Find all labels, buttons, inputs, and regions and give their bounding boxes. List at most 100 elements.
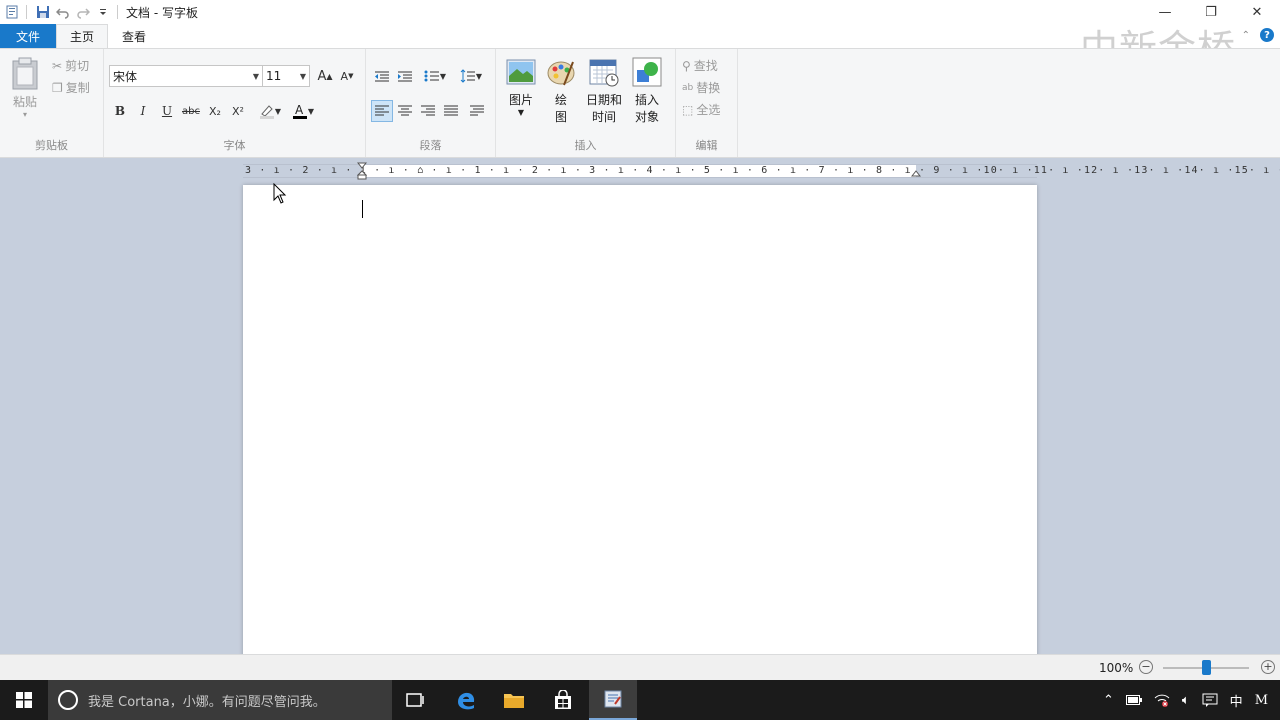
cortana-search-box[interactable]: 我是 Cortana，小娜。有问题尽管问我。 [48, 680, 392, 720]
tab-view[interactable]: 查看 [108, 24, 160, 48]
datetime-label-1: 日期和 [586, 93, 623, 107]
edge-browser-button[interactable] [442, 680, 490, 720]
document-page[interactable] [243, 185, 1037, 654]
align-left-button[interactable] [371, 100, 393, 122]
justify-icon [444, 105, 458, 116]
strikethrough-button[interactable]: abc [180, 100, 202, 122]
copy-button[interactable]: ❐ 复制 [52, 79, 90, 96]
object-label-2: 对象 [634, 110, 659, 124]
line-spacing-button[interactable]: ▼ [456, 65, 486, 87]
cut-button[interactable]: ✂ 剪切 [52, 57, 89, 74]
system-tray: ⌃ 🔈︎ 中 M [1097, 680, 1280, 720]
input-method-indicator[interactable]: 中 [1230, 691, 1243, 710]
task-view-icon [406, 693, 424, 707]
object-label-1: 插入 [634, 93, 659, 107]
paste-dropdown-icon[interactable]: ▾ [23, 110, 27, 119]
redo-icon[interactable] [73, 2, 93, 22]
zoom-slider-thumb[interactable] [1201, 660, 1211, 675]
show-hidden-icons-icon[interactable]: ⌃ [1103, 693, 1114, 708]
cut-label: 剪切 [65, 59, 90, 73]
insert-picture-button[interactable]: 图片 ▼ [506, 57, 536, 117]
select-all-icon: ⬚ [682, 102, 694, 117]
insert-object-icon [632, 57, 662, 87]
bullets-button[interactable]: ▼ [420, 65, 450, 87]
group-label-editing: 编辑 [695, 139, 718, 152]
find-label: 查找 [693, 59, 718, 73]
tab-home[interactable]: 主页 [56, 24, 108, 48]
group-label-clipboard: 剪贴板 [35, 139, 68, 152]
paint-palette-icon [547, 61, 575, 86]
save-icon[interactable] [33, 2, 53, 22]
volume-icon[interactable]: 🔈︎ [1182, 693, 1190, 708]
windows-logo-icon [16, 692, 32, 708]
wordpad-taskbar-button[interactable] [589, 680, 637, 720]
decrease-indent-button[interactable] [371, 65, 393, 87]
ribbon-controls: ⌃ ? [1242, 28, 1274, 42]
bullet-list-icon [424, 70, 439, 82]
decrease-indent-icon [375, 71, 389, 82]
network-icon[interactable] [1154, 693, 1170, 707]
grow-font-icon: A [317, 68, 327, 84]
align-right-button[interactable] [417, 100, 439, 122]
copy-icon: ❐ [52, 80, 63, 95]
app-icon[interactable] [2, 2, 22, 22]
action-center-icon[interactable] [1202, 693, 1218, 707]
bold-button[interactable]: B [109, 100, 131, 122]
cortana-placeholder: 我是 Cortana，小娜。有问题尽管问我。 [88, 694, 326, 710]
superscript-button[interactable]: X² [227, 100, 249, 122]
select-all-button[interactable]: ⬚ 全选 [682, 101, 720, 118]
calendar-clock-icon [589, 59, 619, 87]
file-explorer-button[interactable] [490, 680, 538, 720]
battery-icon[interactable] [1125, 695, 1142, 705]
justify-button[interactable] [440, 100, 462, 122]
group-paragraph: ▼ ▼ 段落 [366, 49, 496, 157]
tab-file[interactable]: 文件 [0, 24, 56, 48]
font-size-select[interactable]: 11 ▼ [262, 65, 310, 87]
align-center-button[interactable] [394, 100, 416, 122]
paint-drawing-button[interactable]: 绘 图 [546, 57, 576, 125]
status-bar: 100% − + [0, 654, 1280, 680]
italic-button[interactable]: I [132, 100, 154, 122]
subscript-button[interactable]: X₂ [204, 100, 226, 122]
replace-button[interactable]: ab 替换 [682, 79, 720, 96]
insert-datetime-button[interactable]: 日期和 时间 [586, 57, 622, 125]
replace-icon: ab [682, 82, 694, 93]
first-line-indent-marker[interactable] [357, 162, 367, 180]
store-button[interactable] [539, 680, 587, 720]
customize-toolbar-icon[interactable] [93, 2, 113, 22]
task-view-button[interactable] [392, 680, 440, 720]
highlight-color-button[interactable]: ▼ [254, 100, 286, 122]
font-family-select[interactable]: 宋体 ▼ [109, 65, 263, 87]
underline-button[interactable]: U [156, 100, 178, 122]
find-button[interactable]: ⚲ 查找 [682, 57, 718, 74]
shrink-font-button[interactable]: A ▼ [336, 65, 358, 87]
zoom-out-button[interactable]: − [1139, 660, 1153, 674]
ribbon: 粘贴 ▾ ✂ 剪切 ❐ 复制 剪贴板 宋体 ▼ 11 ▼ A ▲ A ▼ B I U [0, 48, 1280, 158]
mouse-pointer-icon [273, 183, 287, 204]
ruler[interactable]: 3 · ı · 2 · ı · 1 · ı · ⌂ · ı · 1 · ı · … [243, 162, 1280, 180]
right-indent-marker[interactable] [911, 162, 921, 180]
increase-indent-button[interactable] [394, 65, 416, 87]
close-button[interactable]: ✕ [1234, 0, 1280, 24]
collapse-ribbon-icon[interactable]: ⌃ [1242, 30, 1250, 41]
highlighter-icon [259, 105, 274, 119]
datetime-label-2: 时间 [592, 110, 617, 124]
insert-object-button[interactable]: 插入 对象 [632, 57, 662, 125]
zoom-in-button[interactable]: + [1261, 660, 1275, 674]
wordpad-icon [604, 690, 622, 708]
paragraph-icon [470, 105, 484, 116]
font-color-icon: A [292, 103, 307, 119]
quick-access-toolbar [0, 0, 124, 24]
paragraph-settings-button[interactable] [466, 100, 488, 122]
help-icon[interactable]: ? [1260, 28, 1274, 42]
start-button[interactable] [0, 680, 48, 720]
grow-font-button[interactable]: A ▲ [314, 65, 336, 87]
font-size-value: 11 [266, 69, 282, 83]
zoom-level: 100% [1099, 661, 1134, 675]
font-color-button[interactable]: A ▼ [287, 100, 319, 122]
paste-button[interactable]: 粘贴 ▾ [10, 57, 40, 119]
shrink-font-icon: A [340, 69, 349, 83]
document-workspace[interactable]: 3 · ı · 2 · ı · 1 · ı · ⌂ · ı · 1 · ı · … [0, 158, 1280, 654]
undo-icon[interactable] [53, 2, 73, 22]
ime-mode-indicator[interactable]: M [1255, 693, 1268, 708]
